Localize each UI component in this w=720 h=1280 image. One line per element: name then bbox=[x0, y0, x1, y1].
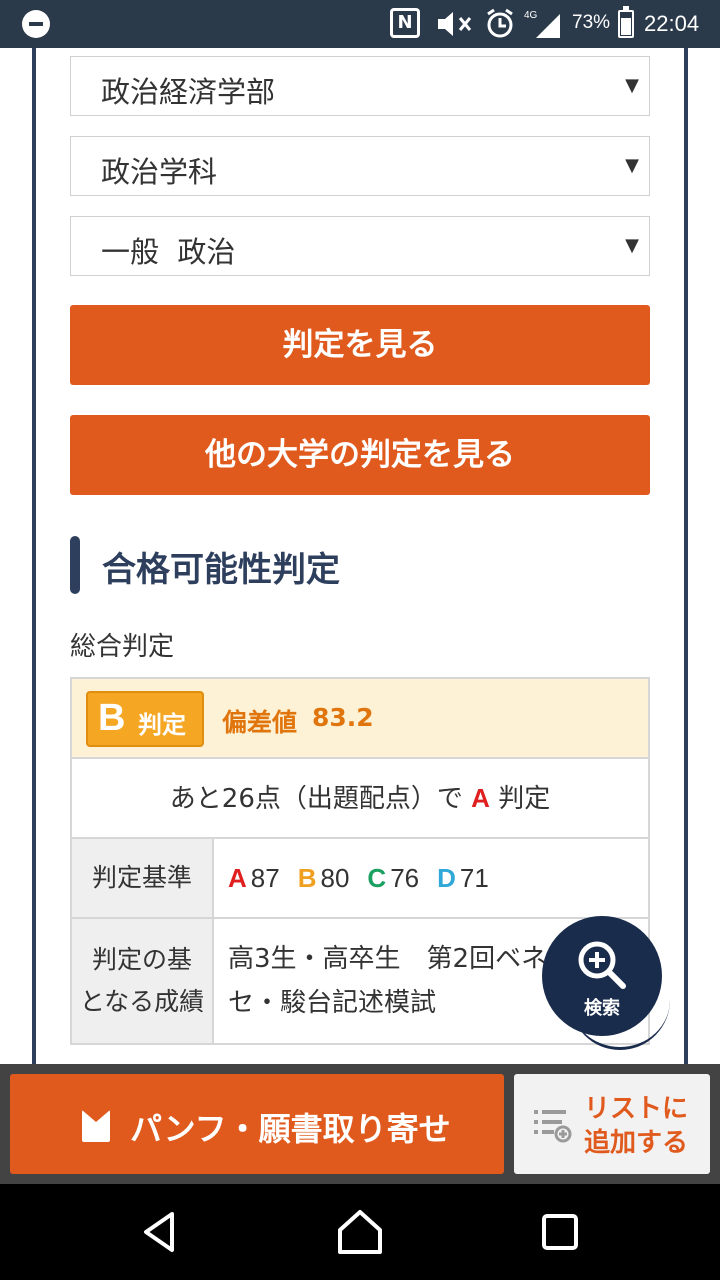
criteria-b: B 80 bbox=[297, 863, 350, 893]
pamphlet-request-label: パンフ・願書取り寄せ bbox=[130, 1110, 451, 1148]
next-grade-suffix: 判定 bbox=[498, 784, 551, 814]
grade-letter: B bbox=[98, 697, 126, 739]
signal-icon: 4G bbox=[524, 8, 564, 40]
basis-header: 判定の基 となる成績 bbox=[72, 919, 214, 1043]
grade-badge: B 判定 bbox=[86, 691, 204, 747]
battery-percent: 73% bbox=[572, 12, 611, 33]
envelope-icon bbox=[82, 1110, 110, 1142]
criteria-row: 判定基準 A 87 B 80 C 76 D 71 bbox=[72, 839, 648, 919]
grade-row: B 判定 偏差値 83.2 bbox=[72, 679, 648, 759]
system-nav-bar bbox=[0, 1184, 720, 1280]
deviation-label: 偏差値 bbox=[222, 708, 298, 737]
search-fab-button[interactable]: 検索 bbox=[542, 916, 662, 1036]
department-select[interactable]: 政治学科 ▼ bbox=[70, 136, 650, 196]
grade-label: 判定 bbox=[138, 711, 186, 739]
faculty-select[interactable]: 政治経済学部 ▼ bbox=[70, 56, 650, 116]
caret-down-icon: ▼ bbox=[625, 235, 639, 256]
pamphlet-request-button[interactable]: パンフ・願書取り寄せ bbox=[10, 1074, 504, 1174]
search-fab-label: 検索 bbox=[584, 998, 620, 1019]
next-grade-prefix: あと26点（出題配点）で bbox=[169, 784, 463, 814]
zoom-search-icon bbox=[578, 941, 626, 989]
section-subtitle: 総合判定 bbox=[70, 632, 175, 662]
criteria-c: C 76 bbox=[367, 863, 420, 893]
alarm-icon bbox=[485, 8, 515, 40]
clock: 22:04 bbox=[644, 11, 700, 36]
exam-select[interactable]: 一般 政治 ▼ bbox=[70, 216, 650, 276]
criteria-a: A 87 bbox=[228, 863, 280, 893]
department-select-value: 政治学科 bbox=[101, 155, 218, 189]
caret-down-icon: ▼ bbox=[625, 155, 639, 176]
recent-apps-icon[interactable] bbox=[532, 1204, 588, 1260]
deviation-value: 83.2 bbox=[312, 703, 374, 732]
criteria-values: A 87 B 80 C 76 D 71 bbox=[214, 839, 648, 917]
criteria-d: D 71 bbox=[437, 863, 489, 893]
exam-select-value: 一般 政治 bbox=[101, 235, 236, 269]
caret-down-icon: ▼ bbox=[625, 75, 639, 96]
bottom-action-bar: パンフ・願書取り寄せ リストに 追加する bbox=[0, 1064, 720, 1184]
section-accent-bar bbox=[70, 536, 80, 594]
svg-text:4G: 4G bbox=[524, 10, 538, 21]
back-icon[interactable] bbox=[132, 1204, 188, 1260]
battery-icon bbox=[618, 6, 634, 38]
add-to-list-label: リストに 追加する bbox=[584, 1094, 689, 1158]
next-grade-letter: A bbox=[471, 783, 490, 813]
section-title: 合格可能性判定 bbox=[102, 550, 340, 590]
nfc-icon: N bbox=[390, 8, 420, 38]
next-grade-row: あと26点（出題配点）で A 判定 bbox=[72, 759, 648, 839]
status-bar: N 4G 73% 22:04 bbox=[0, 0, 720, 48]
home-icon[interactable] bbox=[332, 1204, 388, 1260]
add-to-list-button[interactable]: リストに 追加する bbox=[514, 1074, 710, 1174]
criteria-header: 判定基準 bbox=[72, 839, 214, 917]
faculty-select-value: 政治経済学部 bbox=[101, 75, 276, 109]
mute-icon bbox=[436, 8, 476, 40]
list-add-icon bbox=[534, 1110, 572, 1143]
do-not-disturb-icon bbox=[22, 10, 50, 38]
view-other-university-button[interactable]: 他の大学の判定を見る bbox=[70, 415, 650, 495]
view-result-button[interactable]: 判定を見る bbox=[70, 305, 650, 385]
